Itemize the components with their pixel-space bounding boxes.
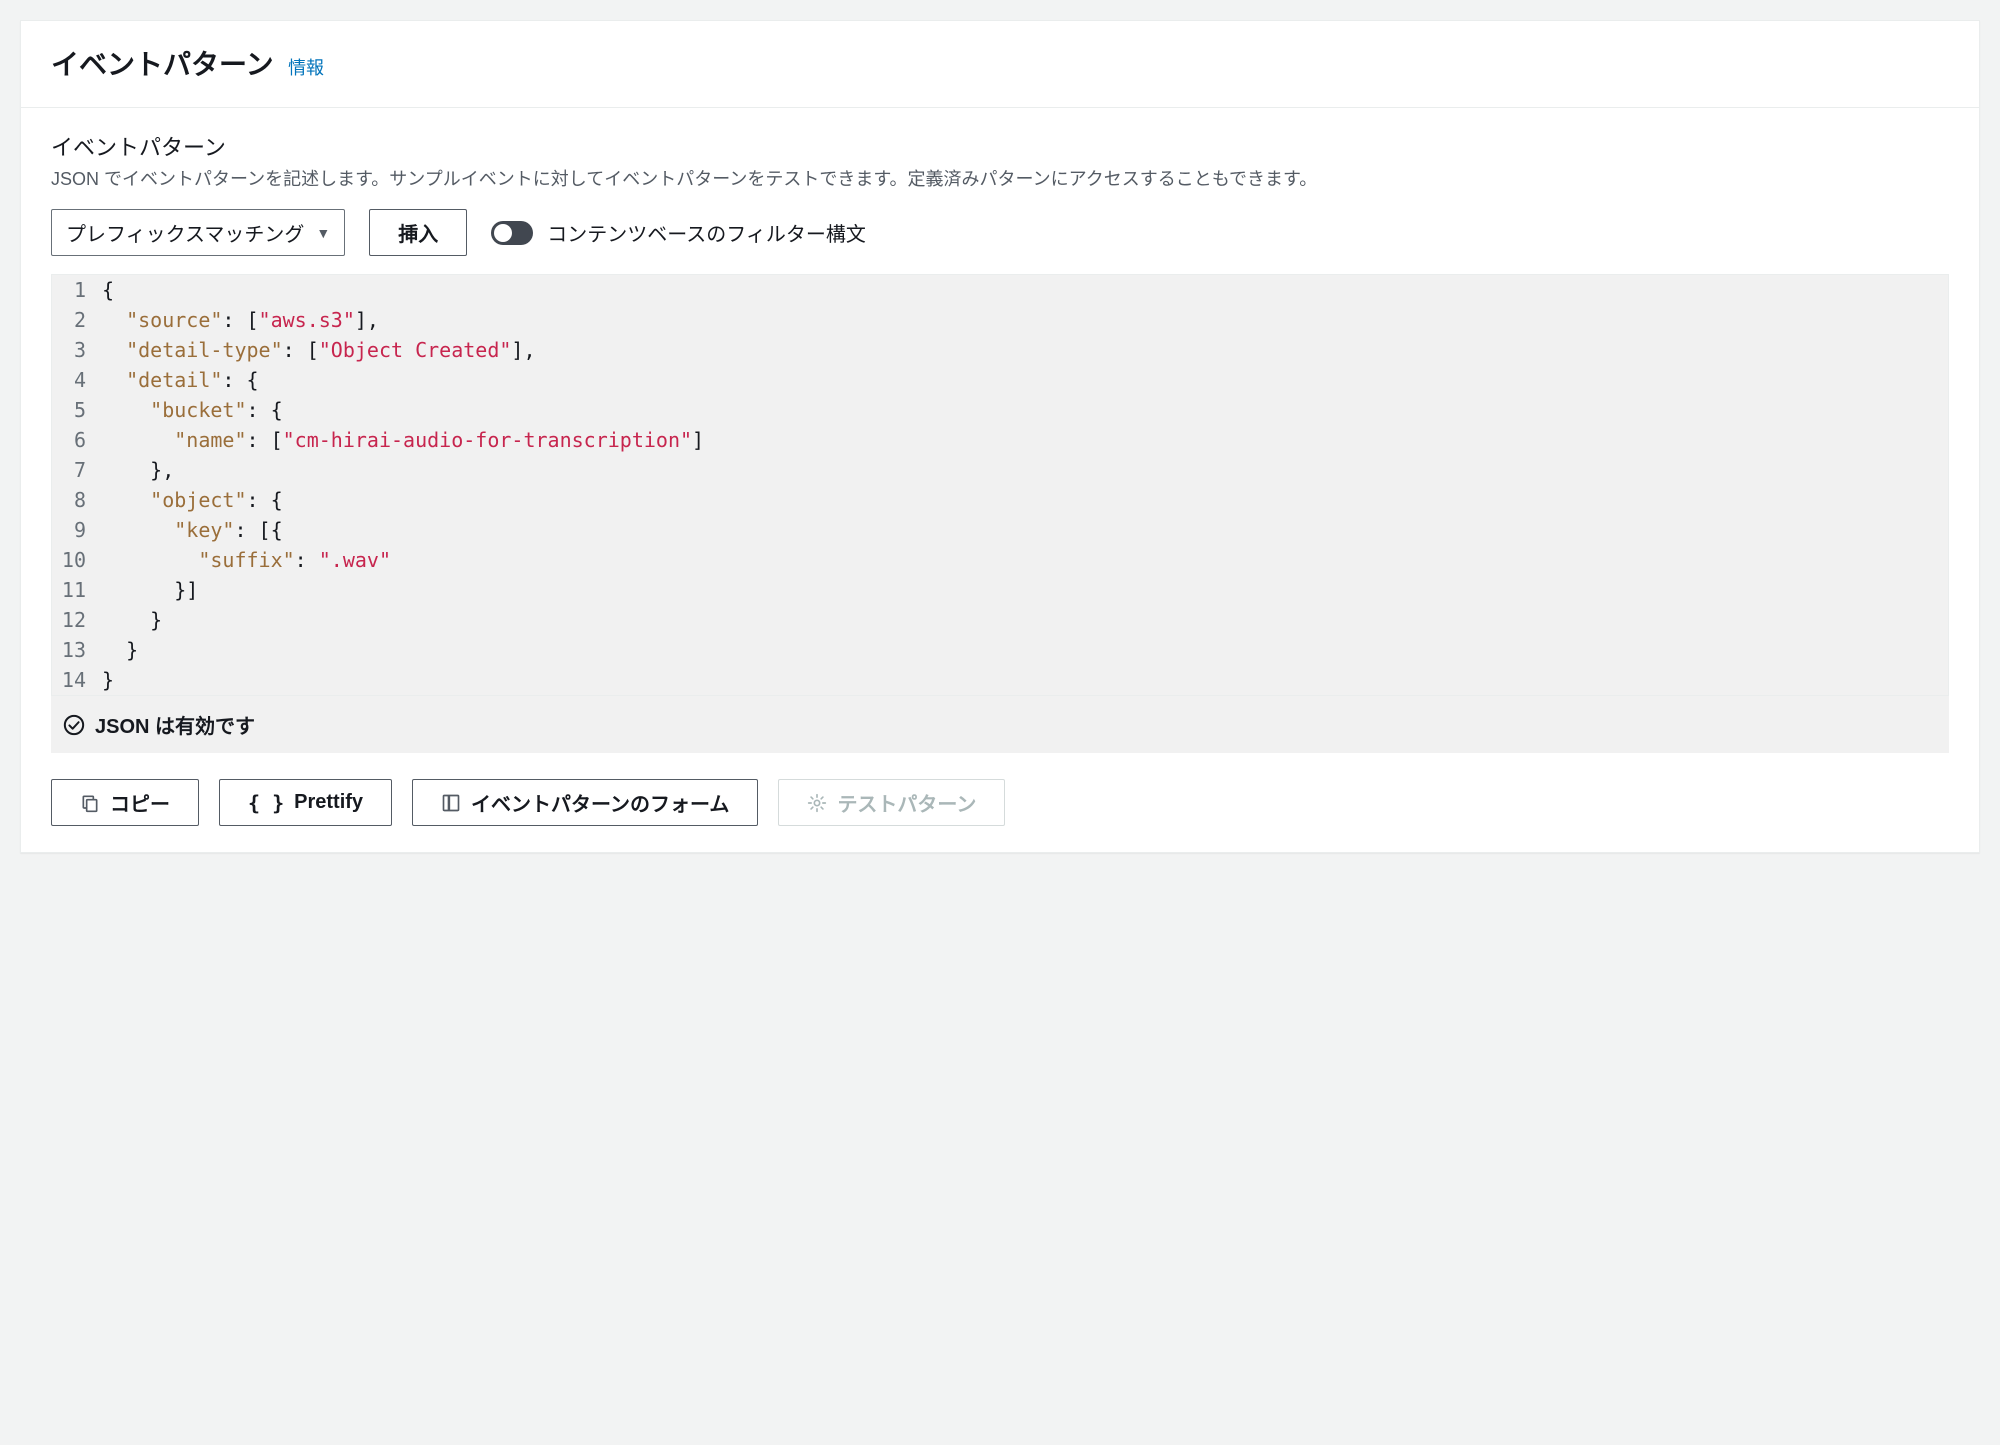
code-content[interactable]: "bucket": { [96,395,283,425]
json-status-bar: JSON は有効です [51,696,1949,753]
code-line[interactable]: 7 }, [52,455,1948,485]
line-number: 6 [52,425,96,455]
code-content[interactable]: "detail-type": ["Object Created"], [96,335,536,365]
code-line[interactable]: 2 "source": ["aws.s3"], [52,305,1948,335]
check-circle-icon [63,714,85,736]
form-label: イベントパターンのフォーム [471,788,729,817]
copy-icon [80,793,100,813]
match-type-dropdown[interactable]: プレフィックスマッチング ▼ [51,209,345,256]
code-line[interactable]: 12 } [52,605,1948,635]
code-line[interactable]: 11 }] [52,575,1948,605]
code-content[interactable]: } [96,635,138,665]
prettify-label: Prettify [294,791,363,814]
prettify-button[interactable]: { } Prettify [219,779,392,826]
code-content[interactable]: "detail": { [96,365,259,395]
line-number: 7 [52,455,96,485]
subsection-desc: JSON でイベントパターンを記述します。サンプルイベントに対してイベントパター… [51,166,1949,193]
content-filter-toggle[interactable] [491,221,533,245]
json-editor[interactable]: 1{2 "source": ["aws.s3"],3 "detail-type"… [51,274,1949,696]
line-number: 10 [52,545,96,575]
content-filter-toggle-wrap: コンテンツベースのフィルター構文 [491,218,866,247]
code-content[interactable]: "suffix": ".wav" [96,545,391,575]
json-status-text: JSON は有効です [95,710,255,739]
braces-icon: { } [248,791,284,815]
code-line[interactable]: 10 "suffix": ".wav" [52,545,1948,575]
code-line[interactable]: 4 "detail": { [52,365,1948,395]
code-content[interactable]: "key": [{ [96,515,283,545]
code-line[interactable]: 9 "key": [{ [52,515,1948,545]
panel-header: イベントパターン 情報 [21,21,1979,108]
line-number: 9 [52,515,96,545]
code-content[interactable]: } [96,665,114,695]
line-number: 13 [52,635,96,665]
code-content[interactable]: }] [96,575,198,605]
code-line[interactable]: 1{ [52,275,1948,305]
panel-title: イベントパターン [51,49,274,80]
line-number: 3 [52,335,96,365]
gear-icon [807,793,827,813]
code-content[interactable]: "name": ["cm-hirai-audio-for-transcripti… [96,425,704,455]
code-line[interactable]: 5 "bucket": { [52,395,1948,425]
chevron-down-icon: ▼ [316,225,330,241]
test-label: テストパターン [837,788,976,817]
action-button-row: コピー { } Prettify イベントパターンのフォーム テストパターン [51,779,1949,826]
code-line[interactable]: 8 "object": { [52,485,1948,515]
line-number: 8 [52,485,96,515]
copy-label: コピー [110,788,170,817]
code-line[interactable]: 6 "name": ["cm-hirai-audio-for-transcrip… [52,425,1948,455]
code-content[interactable]: "source": ["aws.s3"], [96,305,379,335]
event-pattern-panel: イベントパターン 情報 イベントパターン JSON でイベントパターンを記述しま… [20,20,1980,853]
code-content[interactable]: { [96,275,114,305]
code-content[interactable]: "object": { [96,485,283,515]
dropdown-label: プレフィックスマッチング [66,218,304,247]
controls-row: プレフィックスマッチング ▼ 挿入 コンテンツベースのフィルター構文 [51,209,1949,256]
content-filter-label: コンテンツベースのフィルター構文 [547,218,866,247]
line-number: 14 [52,665,96,695]
line-number: 11 [52,575,96,605]
subsection-title: イベントパターン [51,130,1949,162]
line-number: 5 [52,395,96,425]
code-content[interactable]: } [96,605,162,635]
code-content[interactable]: }, [96,455,174,485]
event-pattern-form-button[interactable]: イベントパターンのフォーム [412,779,758,826]
insert-button[interactable]: 挿入 [369,209,467,256]
info-link[interactable]: 情報 [288,58,324,78]
test-pattern-button: テストパターン [778,779,1005,826]
form-icon [441,793,461,813]
line-number: 4 [52,365,96,395]
code-line[interactable]: 3 "detail-type": ["Object Created"], [52,335,1948,365]
code-line[interactable]: 14} [52,665,1948,695]
insert-label: 挿入 [398,218,438,247]
line-number: 12 [52,605,96,635]
line-number: 2 [52,305,96,335]
panel-body: イベントパターン JSON でイベントパターンを記述します。サンプルイベントに対… [21,108,1979,852]
code-line[interactable]: 13 } [52,635,1948,665]
copy-button[interactable]: コピー [51,779,199,826]
line-number: 1 [52,275,96,305]
